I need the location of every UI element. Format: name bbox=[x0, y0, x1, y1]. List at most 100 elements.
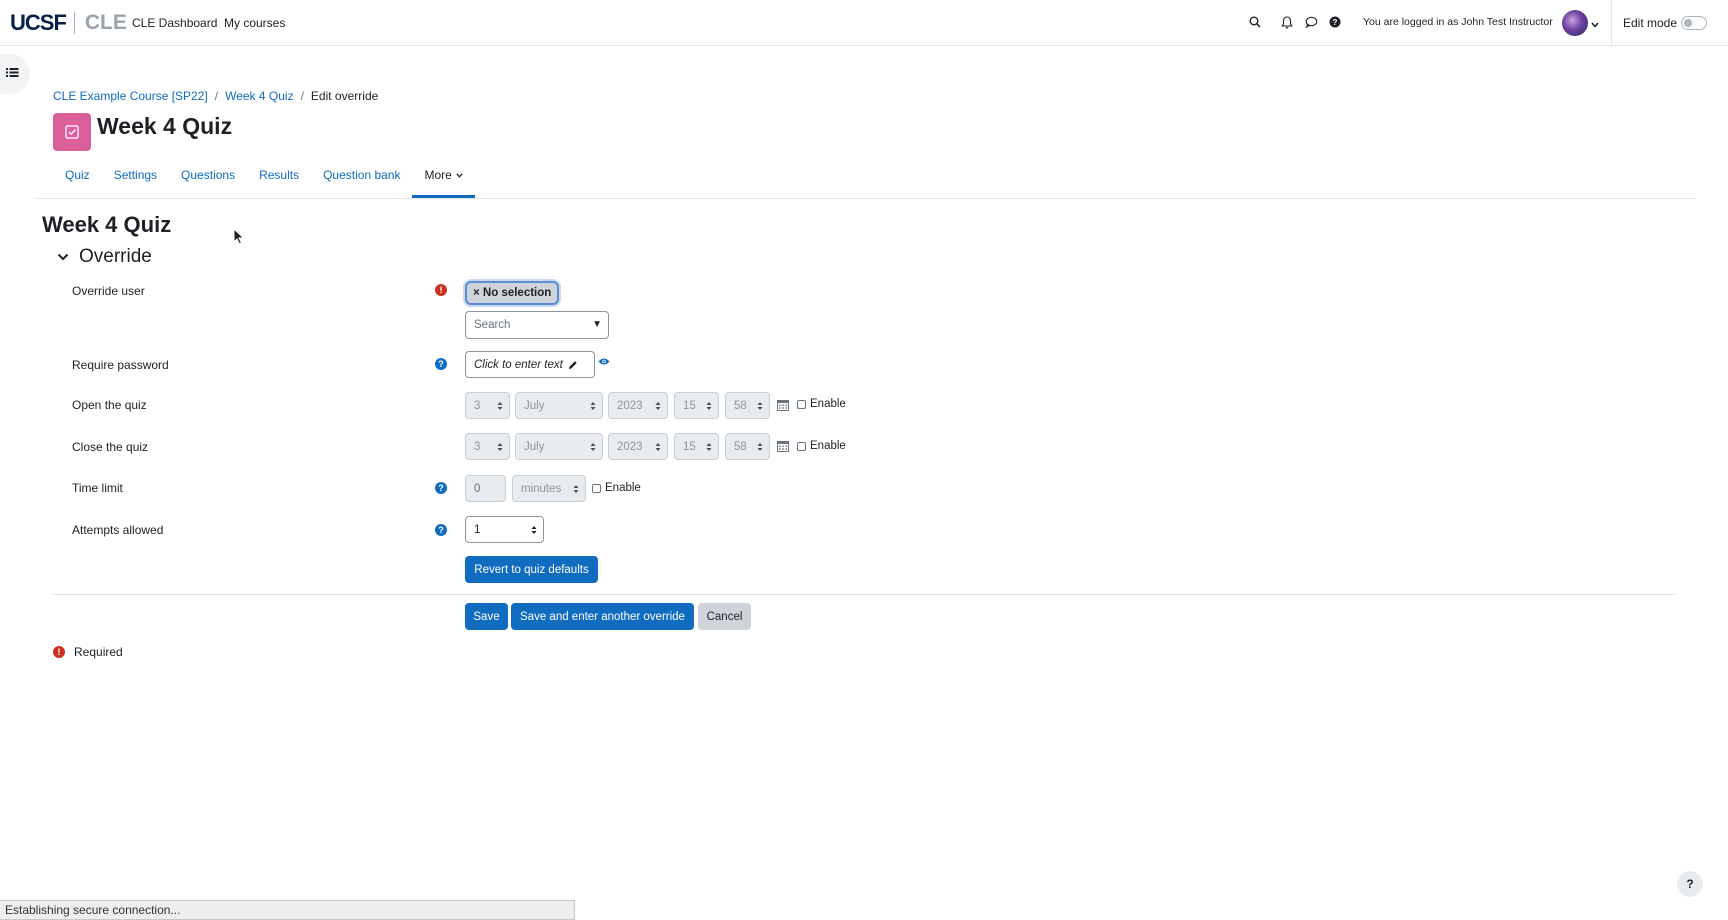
breadcrumb-separator: / bbox=[300, 89, 304, 103]
open-minute-select[interactable]: 58 bbox=[725, 392, 770, 419]
page-header-title: Week 4 Quiz bbox=[97, 113, 233, 139]
site-logo[interactable]: UCSF CLE bbox=[10, 10, 127, 36]
updown-arrow-icon bbox=[655, 443, 661, 451]
close-month-select[interactable]: July bbox=[515, 433, 603, 460]
open-day-value: 3 bbox=[474, 399, 481, 412]
updown-arrow-icon bbox=[757, 443, 763, 451]
open-minute-value: 58 bbox=[734, 399, 747, 412]
tab-questions[interactable]: Questions bbox=[169, 162, 247, 198]
override-user-search[interactable]: Search ▼ bbox=[465, 311, 609, 339]
calendar-icon[interactable] bbox=[777, 440, 789, 452]
secondary-navigation: Quiz Settings Questions Results Question… bbox=[53, 162, 475, 198]
updown-arrow-icon bbox=[531, 526, 537, 534]
calendar-icon[interactable] bbox=[777, 399, 789, 411]
attempts-value: 1 bbox=[474, 523, 481, 536]
navbar-divider bbox=[1611, 0, 1612, 46]
mouse-cursor-icon bbox=[233, 228, 245, 245]
nav-link-my-courses[interactable]: My courses bbox=[224, 16, 285, 30]
edit-mode-toggle[interactable] bbox=[1681, 16, 1707, 30]
breadcrumb-separator: / bbox=[214, 89, 219, 103]
time-unit-select[interactable]: minutes bbox=[512, 475, 586, 502]
close-day-select[interactable]: 3 bbox=[465, 433, 510, 460]
chevron-down-icon bbox=[57, 253, 69, 261]
open-hour-select[interactable]: 15 bbox=[674, 392, 719, 419]
tab-quiz[interactable]: Quiz bbox=[53, 162, 102, 198]
checkbox-box bbox=[592, 483, 601, 493]
close-year-select[interactable]: 2023 bbox=[608, 433, 668, 460]
edit-mode-label: Edit mode bbox=[1623, 16, 1678, 30]
open-year-value: 2023 bbox=[617, 399, 643, 412]
user-avatar[interactable] bbox=[1562, 10, 1588, 36]
course-index-drawer-button[interactable] bbox=[0, 54, 30, 94]
save-and-another-button[interactable]: Save and enter another override bbox=[511, 603, 694, 630]
toggle-knob bbox=[1684, 19, 1692, 27]
open-enable-checkbox[interactable]: Enable bbox=[797, 398, 846, 410]
open-day-select[interactable]: 3 bbox=[465, 392, 510, 419]
close-hour-select[interactable]: 15 bbox=[674, 433, 719, 460]
help-floating-button[interactable]: ? bbox=[1677, 871, 1703, 897]
tab-more-label: More bbox=[424, 168, 452, 182]
override-user-label: Override user bbox=[72, 284, 145, 298]
close-enable-checkbox[interactable]: Enable bbox=[797, 440, 846, 452]
search-placeholder: Search bbox=[474, 319, 511, 331]
close-minute-select[interactable]: 58 bbox=[725, 433, 770, 460]
open-year-select[interactable]: 2023 bbox=[608, 392, 668, 419]
close-day-value: 3 bbox=[474, 440, 481, 453]
search-icon[interactable] bbox=[1247, 14, 1263, 30]
top-navbar: UCSF CLE CLE Dashboard My courses ? You … bbox=[0, 0, 1728, 46]
form-divider bbox=[53, 594, 1675, 595]
checkbox-box bbox=[797, 441, 806, 451]
help-icon[interactable]: ? bbox=[435, 482, 447, 494]
updown-arrow-icon bbox=[757, 402, 763, 410]
save-button[interactable]: Save bbox=[465, 603, 508, 630]
open-month-select[interactable]: July bbox=[515, 392, 603, 419]
time-limit-enable-checkbox[interactable]: Enable bbox=[592, 482, 641, 494]
breadcrumb-course-link[interactable]: CLE Example Course [SP22] bbox=[53, 89, 208, 103]
revert-to-defaults-button[interactable]: Revert to quiz defaults bbox=[465, 556, 598, 583]
open-enable-label: Enable bbox=[810, 398, 846, 410]
chevron-down-icon[interactable] bbox=[1591, 17, 1599, 31]
browser-status-bar: Establishing secure connection... bbox=[0, 900, 575, 920]
attempts-allowed-label: Attempts allowed bbox=[72, 523, 164, 537]
required-legend: ! Required bbox=[53, 645, 123, 659]
nav-link-dashboard[interactable]: CLE Dashboard bbox=[132, 16, 217, 30]
updown-arrow-icon bbox=[497, 402, 503, 410]
time-unit-value: minutes bbox=[521, 482, 562, 495]
close-quiz-label: Close the quiz bbox=[72, 440, 149, 454]
tab-more[interactable]: More bbox=[412, 162, 475, 198]
time-limit-value: 0 bbox=[474, 482, 481, 495]
cancel-button[interactable]: Cancel bbox=[698, 603, 751, 630]
help-icon[interactable]: ? bbox=[435, 358, 447, 370]
bell-icon[interactable] bbox=[1279, 14, 1295, 30]
no-selection-chip[interactable]: × No selection bbox=[465, 281, 560, 305]
time-limit-label: Time limit bbox=[72, 481, 123, 495]
help-icon[interactable]: ? bbox=[435, 524, 447, 536]
tab-settings[interactable]: Settings bbox=[102, 162, 169, 198]
override-section-toggle[interactable]: Override bbox=[57, 246, 152, 268]
tab-question-bank[interactable]: Question bank bbox=[311, 162, 412, 198]
updown-arrow-icon bbox=[706, 443, 712, 451]
dropdown-arrow-icon: ▼ bbox=[592, 319, 602, 330]
breadcrumb: CLE Example Course [SP22] / Week 4 Quiz … bbox=[53, 89, 378, 103]
updown-arrow-icon bbox=[590, 402, 596, 410]
logo-ucsf-text: UCSF bbox=[10, 10, 67, 35]
svg-text:?: ? bbox=[1333, 18, 1338, 27]
chat-icon[interactable] bbox=[1303, 14, 1319, 30]
chevron-down-icon bbox=[456, 173, 463, 178]
help-circle-icon[interactable]: ? bbox=[1327, 14, 1343, 30]
time-limit-input[interactable]: 0 bbox=[465, 475, 506, 502]
updown-arrow-icon bbox=[497, 443, 503, 451]
password-field[interactable]: Click to enter text bbox=[465, 351, 595, 378]
attempts-allowed-select[interactable]: 1 bbox=[465, 516, 544, 543]
updown-arrow-icon bbox=[590, 443, 596, 451]
required-legend-text: Required bbox=[74, 645, 123, 659]
main-heading: Week 4 Quiz bbox=[42, 212, 172, 237]
open-hour-value: 15 bbox=[683, 399, 696, 412]
reveal-password-eye-icon[interactable] bbox=[598, 357, 610, 366]
close-year-value: 2023 bbox=[617, 440, 643, 453]
checkbox-box bbox=[797, 399, 806, 409]
login-status-text: You are logged in as John Test Instructo… bbox=[1363, 16, 1553, 28]
tab-results[interactable]: Results bbox=[247, 162, 311, 198]
breadcrumb-quiz-link[interactable]: Week 4 Quiz bbox=[225, 89, 293, 103]
logo-cle-text: CLE bbox=[84, 11, 127, 34]
